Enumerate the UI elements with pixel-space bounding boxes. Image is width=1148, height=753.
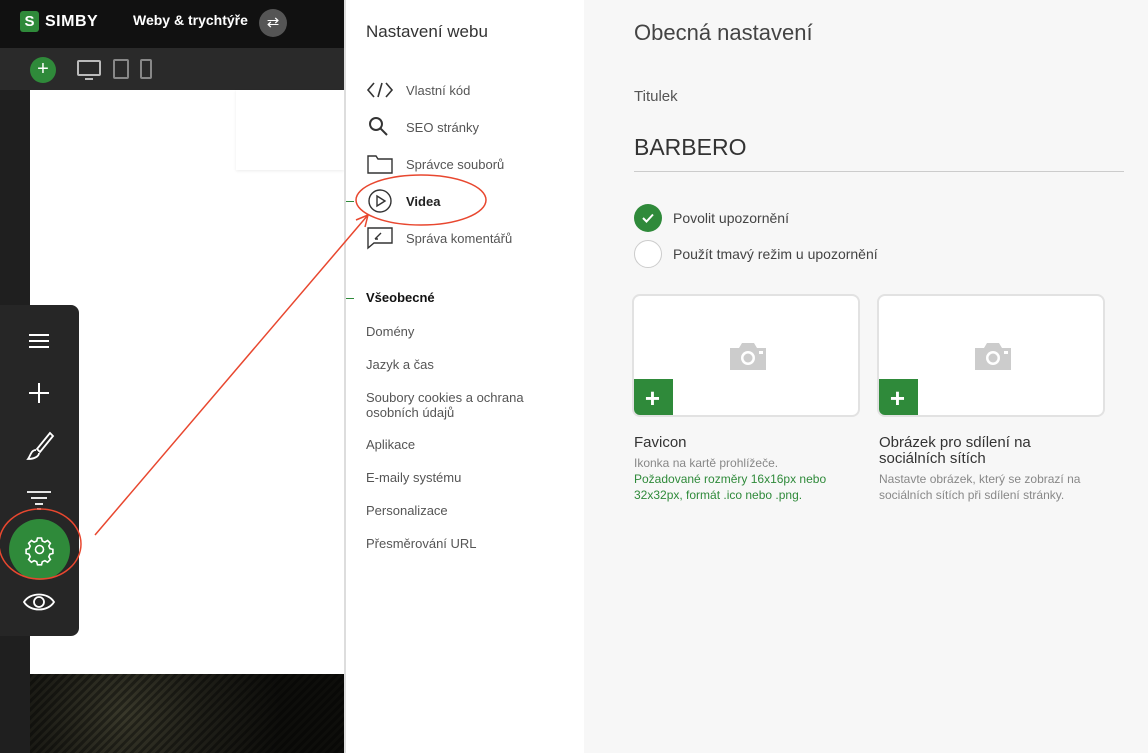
nav-item-system-emails[interactable]: E-maily systému (366, 470, 566, 485)
settings-nav: Nastavení webu Vlastní kód SEO stránky S… (344, 0, 584, 753)
share-image-description: Nastavte obrázek, který se zobrazí na so… (879, 472, 1081, 502)
simby-logo[interactable]: S SIMBY (20, 11, 98, 32)
gear-icon (25, 537, 54, 566)
option-label: Použít tmavý režim u upozornění (673, 246, 878, 262)
general-settings-panel: Obecná nastavení Titulek Povolit upozorn… (584, 0, 1148, 753)
nav-item-custom-code[interactable]: Vlastní kód (366, 78, 470, 102)
nav-item-personalization[interactable]: Personalizace (366, 503, 566, 518)
nav-item-label: SEO stránky (406, 119, 479, 135)
device-bar: + (0, 48, 344, 90)
title-field-label: Titulek (634, 88, 678, 105)
dark-mode-notifications-option[interactable]: Použít tmavý režim u upozornění (634, 240, 878, 268)
nav-item-cookies-privacy[interactable]: Soubory cookies a ochrana osobních údajů (366, 390, 546, 420)
settings-button[interactable] (9, 519, 70, 580)
site-title-input[interactable] (634, 124, 1124, 172)
favicon-heading: Favicon (634, 434, 687, 451)
logo-mark: S (20, 11, 39, 32)
share-image-upload[interactable]: + (877, 294, 1105, 417)
nav-item-url-redirects[interactable]: Přesměrování URL (366, 536, 566, 551)
camera-icon (975, 343, 1011, 370)
code-icon (366, 82, 394, 98)
section-title-general: Všeobecné (366, 290, 435, 305)
filter-icon[interactable] (20, 479, 58, 517)
favicon-requirements: Požadované rozměry 16x16px nebo 32x32px,… (634, 472, 827, 502)
add-page-button[interactable]: + (30, 57, 56, 83)
active-marker (346, 201, 354, 202)
switch-site-button[interactable]: ⇄ (259, 9, 287, 37)
search-icon (369, 117, 388, 136)
eye-icon[interactable] (20, 583, 58, 621)
canvas-element[interactable] (236, 90, 344, 170)
canvas-image[interactable] (30, 674, 344, 753)
share-image-caption: Obrázek pro sdílení na sociálních sítích… (879, 435, 1094, 503)
brush-icon[interactable] (20, 427, 58, 465)
site-name: Weby & trychtýře (133, 12, 248, 28)
nav-item-apps[interactable]: Aplikace (366, 437, 566, 452)
nav-item-language-time[interactable]: Jazyk a čas (366, 357, 566, 372)
logo-text: SIMBY (45, 12, 99, 30)
mobile-view-icon[interactable] (140, 59, 152, 79)
checkbox-checked[interactable] (634, 204, 662, 232)
check-icon (642, 213, 654, 223)
comment-icon (367, 227, 393, 250)
camera-icon (730, 343, 766, 370)
folder-icon (367, 155, 393, 174)
section-marker (346, 298, 354, 299)
tablet-view-icon[interactable] (113, 59, 129, 79)
add-icon[interactable] (20, 375, 58, 413)
nav-item-file-manager[interactable]: Správce souborů (366, 152, 504, 176)
favicon-caption: Favicon Ikonka na kartě prohlížeče. Poža… (634, 435, 864, 503)
page-title: Obecná nastavení (634, 20, 813, 45)
add-share-image-button[interactable]: + (879, 379, 918, 415)
favicon-description: Ikonka na kartě prohlížeče. (634, 456, 779, 470)
nav-item-label: Vlastní kód (406, 82, 471, 98)
nav-item-comments[interactable]: Správa komentářů (366, 226, 512, 250)
nav-item-videos[interactable]: Videa (366, 189, 440, 213)
favicon-upload[interactable]: + (632, 294, 860, 417)
top-bar: S SIMBY Weby & trychtýře ⇄ (0, 0, 344, 48)
play-circle-icon (368, 189, 392, 213)
nav-item-label: Správa komentářů (406, 230, 513, 246)
nav-item-label: Videa (406, 193, 441, 209)
editor-area: S SIMBY Weby & trychtýře ⇄ + (0, 0, 344, 753)
settings-nav-title: Nastavení webu (366, 22, 488, 41)
add-favicon-button[interactable]: + (634, 379, 673, 415)
enable-notifications-option[interactable]: Povolit upozornění (634, 204, 789, 232)
share-image-heading: Obrázek pro sdílení na sociálních sítích (879, 434, 1031, 467)
nav-item-seo[interactable]: SEO stránky (366, 115, 479, 139)
desktop-view-icon[interactable] (77, 60, 101, 80)
nav-item-domains[interactable]: Domény (366, 324, 566, 339)
option-label: Povolit upozornění (673, 210, 789, 226)
checkbox-unchecked[interactable] (634, 240, 662, 268)
menu-icon[interactable] (20, 323, 58, 361)
nav-item-label: Správce souborů (406, 156, 505, 172)
editor-toolbar (0, 305, 79, 636)
